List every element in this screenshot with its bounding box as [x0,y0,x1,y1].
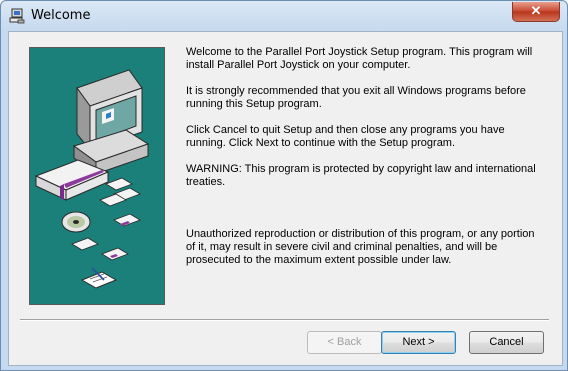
setup-illustration [29,47,165,305]
recommendation-paragraph: It is strongly recommended that you exit… [186,85,526,110]
setup-artwork [34,69,150,289]
intro-paragraph: Welcome to the Parallel Port Joystick Se… [186,46,533,71]
instructions-paragraph: Click Cancel to quit Setup and then clos… [186,124,505,149]
title-bar[interactable]: Welcome ✕ [1,1,567,31]
back-button[interactable]: < Back [307,331,382,354]
setup-computer-icon [9,8,25,24]
license-document-icon [80,267,118,289]
warning-paragraph: WARNING: This program is protected by co… [186,163,536,188]
button-separator [20,319,549,321]
close-button[interactable]: ✕ [512,2,560,22]
window-title: Welcome [31,8,91,23]
cancel-button[interactable]: Cancel [469,331,544,354]
next-button[interactable]: Next > [381,331,456,354]
welcome-text: Welcome to the Parallel Port Joystick Se… [186,46,546,280]
dialog-body: Welcome to the Parallel Port Joystick Se… [8,31,563,366]
setup-window: Welcome ✕ Welcome to the Parallel Port J… [0,0,568,371]
cd-disc-icon [61,211,91,233]
close-icon: ✕ [530,3,542,18]
legal-paragraph: Unauthorized reproduction or distributio… [186,228,535,266]
